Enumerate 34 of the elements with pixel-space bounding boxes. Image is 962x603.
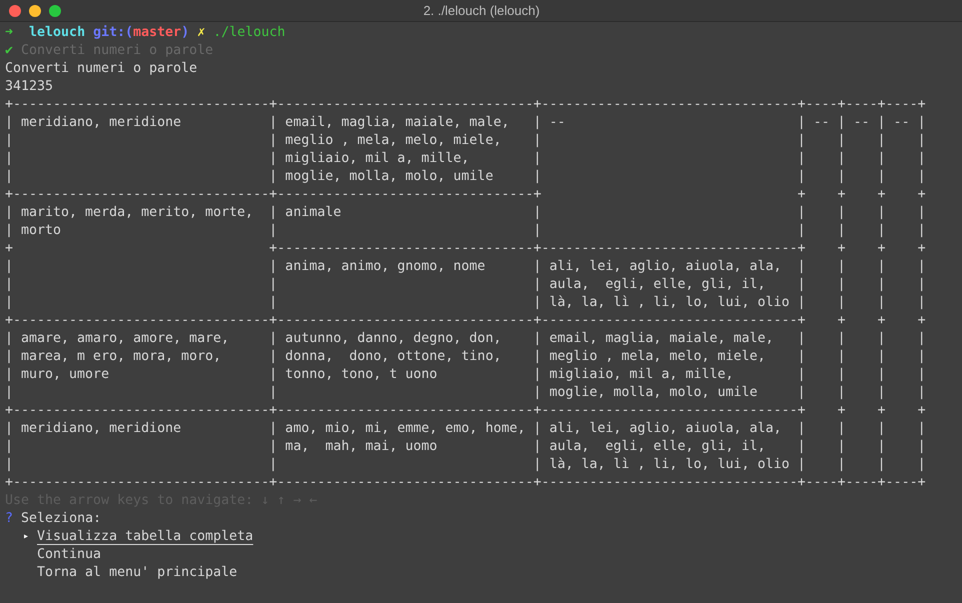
- table-line: | | anima, animo, gnomo, nome | ali, lei, aglio, aiuola, ala, | | | |: [5, 258, 926, 276]
- window-title: 2. ./lelouch (lelouch): [423, 2, 540, 20]
- menu-item[interactable]: Visualizza tabella completa: [37, 528, 254, 546]
- prompt-line: ➜ lelouch git:(master) ✗ ./lelouch: [5, 24, 286, 42]
- zoom-button[interactable]: [49, 4, 61, 16]
- table-line: | meridiano, meridione | email, maglia, maiale, male, | -- | -- | -- | -- |: [5, 114, 926, 132]
- table-line: | muro, umore | tonno, tono, t uono | migliaio, mil a, mille, | | | |: [5, 366, 926, 384]
- question-line: ? Seleziona:: [5, 510, 102, 528]
- table-line: | amare, amaro, amore, mare, | autunno, danno, degno, don, | email, maglia, maiale, male, | | | |: [5, 330, 926, 348]
- table-line: +--------------------------------+--------------------------------+ + + + +: [5, 186, 926, 204]
- output-line: 341235: [5, 78, 54, 96]
- table-line: +--------------------------------+--------------------------------+--------------------------------+ + + +: [5, 402, 926, 420]
- table-line: | | ma, mah, mai, uomo | aula, egli, elle, gli, il, | | | |: [5, 438, 926, 456]
- table-line: | meridiano, meridione | amo, mio, mi, emme, emo, home, | ali, lei, aglio, aiuola, ala, | | | |: [5, 420, 926, 438]
- table-line: | marito, merda, merito, morte, | animale | | | | |: [5, 204, 926, 222]
- output-line: Converti numeri o parole: [5, 60, 198, 78]
- table-line: | marea, m ero, mora, moro, | donna, dono, ottone, tino, | meglio , mela, melo, miele, | | | |: [5, 348, 926, 366]
- table-line: | | | aula, egli, elle, gli, il, | | | |: [5, 276, 926, 294]
- table-line: +--------------------------------+--------------------------------+--------------------------------+----+----+----+: [5, 96, 926, 114]
- minimize-button[interactable]: [29, 4, 41, 16]
- close-button[interactable]: [9, 4, 21, 16]
- table-line: | | | moglie, molla, molo, umile | | | |: [5, 384, 926, 402]
- pointer-icon: ▸: [22, 528, 30, 546]
- table-line: +--------------------------------+--------------------------------+--------------------------------+ + + +: [5, 312, 926, 330]
- table-line: +--------------------------------+--------------------------------+--------------------------------+----+----+----+: [5, 474, 926, 492]
- table-line: | morto | | | | | |: [5, 222, 926, 240]
- table-line: | | | là, la, lì , li, lo, lui, olio | | | |: [5, 294, 926, 312]
- table-line: | | moglie, molla, molo, umile | | | | |: [5, 168, 926, 186]
- table-line: | | | là, la, lì , li, lo, lui, olio | | | |: [5, 456, 926, 474]
- menu-item[interactable]: Continua: [37, 546, 102, 564]
- menu-item[interactable]: Torna al menu' principale: [37, 564, 238, 582]
- table-line: | | migliaio, mil a, mille, | | | | |: [5, 150, 926, 168]
- table-line: | | meglio , mela, melo, miele, | | | | |: [5, 132, 926, 150]
- table-line: + +--------------------------------+--------------------------------+ + + +: [5, 240, 926, 258]
